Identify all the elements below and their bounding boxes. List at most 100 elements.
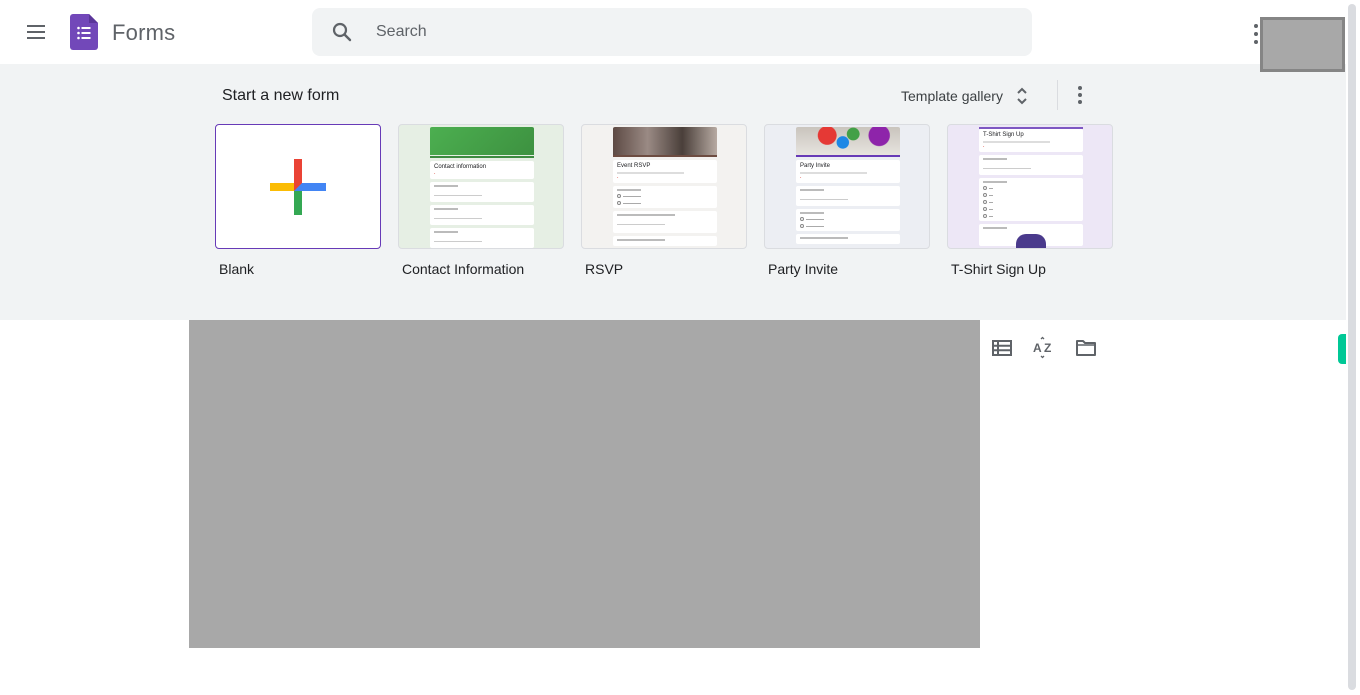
template-rsvp[interactable]: Event RSVP * RSVP: [581, 124, 747, 277]
forms-logo-icon[interactable]: [70, 14, 98, 50]
form-preview: T-Shirt Sign Up *: [979, 127, 1083, 248]
template-label: Blank: [219, 261, 255, 277]
preview-accent-bar: [613, 155, 717, 157]
preview-header-image: [430, 127, 534, 155]
svg-text:A: A: [1033, 341, 1042, 355]
recent-forms-section: A Z: [0, 320, 1346, 695]
preview-required: *: [983, 145, 985, 149]
menu-line: [27, 37, 45, 39]
preview-line: [434, 218, 482, 219]
more-options-button[interactable]: [1068, 83, 1092, 107]
tshirt-image: [1016, 234, 1046, 248]
template-label: Contact Information: [402, 261, 525, 277]
preview-title: Event RSVP: [617, 163, 651, 169]
preview-title: Party Invite: [800, 163, 831, 169]
search-bar[interactable]: [312, 8, 1032, 56]
preview-line: [617, 239, 665, 241]
menu-line: [27, 31, 45, 33]
form-preview: Contact information *: [430, 127, 534, 248]
dot: [1254, 24, 1258, 28]
preview-line: [800, 189, 824, 191]
preview-line: [617, 214, 675, 216]
preview-line: [983, 168, 1031, 169]
template-label: Party Invite: [768, 261, 839, 277]
preview-radio: [983, 186, 1079, 190]
preview-line: [617, 189, 641, 191]
apps-button[interactable]: [1252, 24, 1260, 44]
form-preview: Party Invite *: [796, 127, 900, 244]
preview-radio: [983, 214, 1079, 218]
preview-line: [983, 227, 1007, 229]
dot: [1254, 40, 1258, 44]
preview-title-card: Contact information *: [430, 161, 534, 179]
folder-icon[interactable]: [1074, 336, 1098, 360]
preview-required: *: [800, 176, 802, 180]
preview-accent-bar: [796, 155, 900, 157]
search-icon[interactable]: [330, 20, 354, 44]
preview-question: [613, 211, 717, 233]
dot: [1078, 86, 1082, 90]
preview-header-image: [796, 127, 900, 155]
page-scrollbar[interactable]: [1348, 4, 1356, 690]
app-title[interactable]: Forms: [112, 20, 175, 46]
preview-question: [430, 182, 534, 202]
preview-required: *: [434, 172, 436, 176]
preview-title-card: Event RSVP *: [613, 160, 717, 183]
preview-radio: [983, 200, 1079, 204]
preview-line: [983, 181, 1007, 183]
template-blank[interactable]: Blank: [215, 124, 381, 277]
preview-radio: [800, 217, 896, 221]
template-thumbnail[interactable]: T-Shirt Sign Up *: [947, 124, 1113, 249]
preview-question: [979, 224, 1083, 248]
template-thumbnail[interactable]: [215, 124, 381, 249]
preview-line: [434, 195, 482, 196]
preview-question: [979, 155, 1083, 175]
preview-radio: [617, 201, 713, 205]
preview-radio: [617, 194, 713, 198]
preview-line: [434, 208, 458, 210]
template-party-invite[interactable]: Party Invite * Party Invite: [764, 124, 930, 277]
preview-question: [796, 234, 900, 244]
preview-question: [613, 186, 717, 208]
preview-question: [796, 186, 900, 206]
form-preview: Event RSVP *: [613, 127, 717, 246]
top-app-bar: Forms: [0, 0, 1360, 72]
section-title: Start a new form: [222, 87, 340, 104]
preview-question: [796, 209, 900, 231]
preview-line: [434, 231, 458, 233]
sort-az-icon[interactable]: A Z: [1032, 336, 1056, 360]
preview-line: [983, 141, 1051, 143]
template-contact-information[interactable]: Contact information * Contact Information: [398, 124, 564, 277]
search-input[interactable]: [376, 23, 976, 41]
template-thumbnail[interactable]: Event RSVP *: [581, 124, 747, 249]
main-menu-button[interactable]: [22, 18, 50, 46]
svg-text:Z: Z: [1044, 341, 1051, 355]
divider: [1057, 80, 1058, 110]
side-panel-toggle[interactable]: [1338, 334, 1346, 364]
preview-line: [800, 199, 848, 200]
preview-line: [617, 224, 665, 225]
account-avatar-redacted[interactable]: [1260, 17, 1345, 72]
menu-line: [27, 25, 45, 27]
template-label: RSVP: [585, 261, 624, 277]
template-thumbnail[interactable]: Contact information *: [398, 124, 564, 249]
dot: [1078, 100, 1082, 104]
preview-title-card: T-Shirt Sign Up *: [979, 129, 1083, 152]
template-thumbnail[interactable]: Party Invite *: [764, 124, 930, 249]
preview-title-card: Party Invite *: [796, 160, 900, 183]
preview-required: *: [617, 176, 619, 180]
preview-header-image: [613, 127, 717, 155]
preview-line: [434, 185, 458, 187]
list-view-icon[interactable]: [990, 336, 1014, 360]
preview-line: [800, 172, 868, 174]
preview-radio: [983, 193, 1079, 197]
template-section: Start a new form Template gallery Blank …: [0, 64, 1346, 320]
template-tshirt-sign-up[interactable]: T-Shirt Sign Up * T-Shirt Sign Up: [947, 124, 1113, 277]
plus-icon: [270, 158, 326, 215]
preview-line: [800, 212, 824, 214]
preview-title: Contact information: [434, 164, 487, 170]
template-tiles: Blank Contact information * Contact Infor…: [215, 124, 1113, 277]
template-gallery-button[interactable]: Template gallery: [893, 78, 1037, 114]
recent-forms-redacted: [189, 320, 980, 648]
preview-radio: [983, 207, 1079, 211]
